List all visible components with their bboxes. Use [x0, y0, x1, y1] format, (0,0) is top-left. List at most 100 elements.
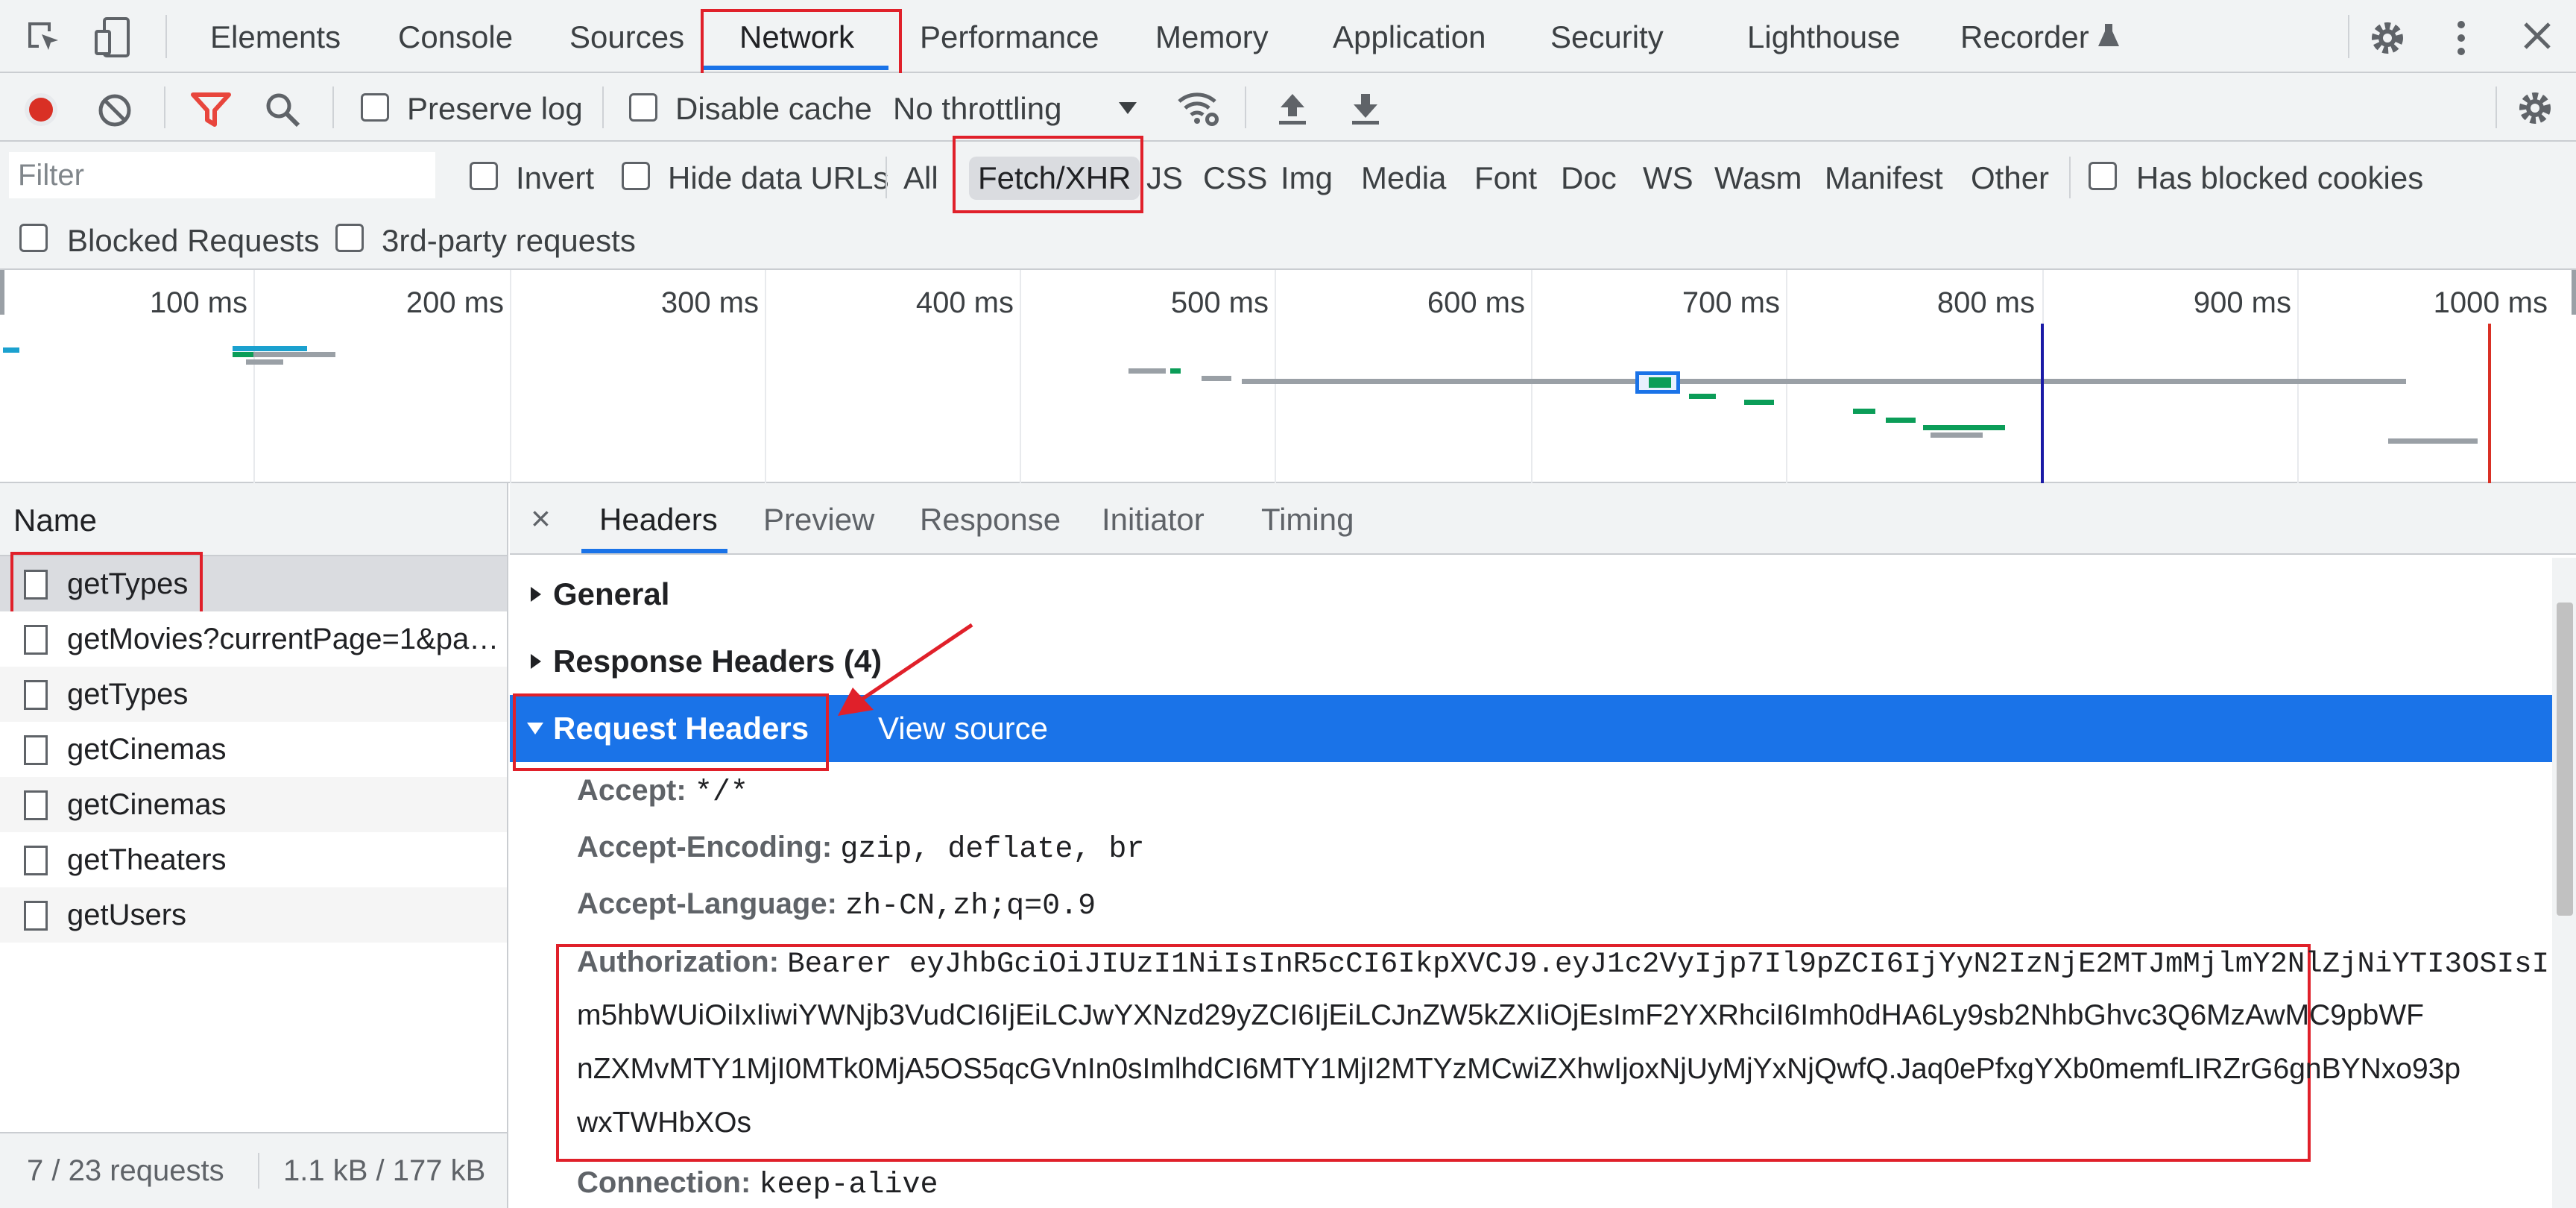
tab-console[interactable]: Console: [398, 0, 513, 73]
filter-type-font[interactable]: Font: [1474, 157, 1537, 200]
gridline: [1275, 270, 1276, 483]
throttling-select[interactable]: No throttling: [893, 91, 1061, 127]
filter-type-css[interactable]: CSS: [1203, 157, 1267, 200]
export-har-icon[interactable]: [1349, 91, 1382, 127]
filter-type-ws[interactable]: WS: [1643, 157, 1693, 200]
overview-right-handle[interactable]: [2572, 270, 2576, 315]
header-row-accept-encoding: Accept-Encoding: gzip, deflate, br: [577, 831, 1144, 866]
gridline: [1786, 270, 1787, 483]
import-har-icon[interactable]: [1276, 91, 1309, 127]
tab-recorder[interactable]: Recorder: [1960, 0, 2089, 73]
gridline: [253, 270, 255, 483]
disable-cache-checkbox[interactable]: [629, 93, 657, 122]
clear-icon[interactable]: [97, 92, 133, 128]
close-devtools-icon[interactable]: [2522, 21, 2552, 51]
filter-type-other[interactable]: Other: [1971, 157, 2049, 200]
name-column-header[interactable]: Name: [0, 483, 507, 556]
network-conditions-icon[interactable]: [1176, 88, 1221, 128]
record-icon[interactable]: [21, 89, 61, 130]
filter-type-img[interactable]: Img: [1281, 157, 1333, 200]
filter-input[interactable]: [9, 152, 435, 198]
has-blocked-cookies-checkbox[interactable]: [2089, 162, 2117, 190]
inspect-element-icon[interactable]: [25, 19, 63, 57]
tab-response[interactable]: Response: [920, 483, 1061, 555]
details-scrollbar[interactable]: [2552, 558, 2576, 1208]
filter-type-doc[interactable]: Doc: [1561, 157, 1617, 200]
filter-type-all[interactable]: All: [903, 157, 938, 200]
close-details-button[interactable]: ×: [531, 483, 551, 555]
filter-type-js[interactable]: JS: [1146, 157, 1183, 200]
network-settings-gear-icon[interactable]: [2515, 88, 2555, 128]
network-overview-timeline[interactable]: 100 ms 200 ms 300 ms 400 ms 500 ms 600 m…: [0, 270, 2576, 483]
load-event-line: [2488, 324, 2491, 483]
hide-data-urls-label: Hide data URLs: [668, 160, 889, 195]
blocked-requests-checkbox[interactable]: [19, 224, 48, 252]
header-value-line[interactable]: m5hbWUiOiIxIiwiYWNjb3VudCI6IjEiLCJwYXNzd…: [577, 999, 2424, 1032]
filter-icon[interactable]: [191, 92, 231, 127]
settings-gear-icon[interactable]: [2367, 18, 2408, 58]
request-bar: [233, 352, 255, 357]
tab-timing[interactable]: Timing: [1261, 483, 1354, 555]
request-count: 7 / 23 requests: [27, 1154, 224, 1187]
third-party-checkbox[interactable]: [335, 224, 364, 252]
tab-initiator[interactable]: Initiator: [1102, 483, 1205, 555]
header-value-line[interactable]: Bearer eyJhbGciOiJIUzI1NiIsInR5cCI6IkpXV…: [787, 948, 2549, 981]
general-section-header[interactable]: General: [510, 561, 2552, 628]
header-value[interactable]: keep-alive: [759, 1168, 938, 1202]
preserve-log-label: Preserve log: [407, 91, 583, 126]
response-headers-section-header[interactable]: Response Headers (4): [510, 628, 2552, 695]
device-toolbar-icon[interactable]: [94, 16, 131, 58]
invert-checkbox[interactable]: [470, 162, 498, 190]
tab-security[interactable]: Security: [1550, 0, 1664, 73]
request-row[interactable]: getUsers: [0, 887, 507, 943]
tick-label: 900 ms: [2193, 286, 2291, 319]
tick-label: 400 ms: [915, 286, 1014, 319]
details-active-tab-indicator: [581, 549, 727, 553]
header-row-authorization: Authorization: Bearer eyJhbGciOiJIUzI1Ni…: [577, 946, 2549, 981]
has-blocked-cookies-label: Has blocked cookies: [2136, 160, 2424, 195]
scrollbar-thumb[interactable]: [2557, 603, 2573, 916]
document-icon: [24, 625, 48, 655]
header-value[interactable]: */*: [695, 776, 748, 810]
overview-left-handle[interactable]: [0, 270, 4, 315]
tab-elements[interactable]: Elements: [210, 0, 341, 73]
tab-headers[interactable]: Headers: [599, 483, 718, 555]
request-bar: [253, 352, 335, 357]
request-name: getTheaters: [67, 843, 227, 876]
request-bar: [1649, 377, 1671, 388]
hide-data-urls-checkbox[interactable]: [622, 162, 650, 190]
disable-cache-label: Disable cache: [675, 91, 872, 126]
requests-status-bar: 7 / 23 requests 1.1 kB / 177 kB: [0, 1132, 507, 1208]
request-row[interactable]: getTypes: [0, 667, 507, 722]
header-value-line[interactable]: wxTWHbXOs: [577, 1107, 751, 1139]
request-row[interactable]: getCinemas: [0, 722, 507, 777]
network-toolbar: Preserve log Disable cache No throttling: [0, 73, 2576, 142]
request-name: getCinemas: [67, 788, 227, 821]
gridline: [2297, 270, 2299, 483]
tab-preview[interactable]: Preview: [763, 483, 874, 555]
tab-lighthouse[interactable]: Lighthouse: [1747, 0, 1901, 73]
details-tab-bar: × Headers Preview Response Initiator Tim…: [510, 483, 2576, 555]
filter-type-media[interactable]: Media: [1361, 157, 1446, 200]
more-options-icon[interactable]: [2452, 19, 2470, 57]
gridline: [510, 270, 511, 483]
tick-label: 200 ms: [405, 286, 504, 319]
tab-memory[interactable]: Memory: [1155, 0, 1269, 73]
header-value[interactable]: zh-CN,zh;q=0.9: [845, 890, 1096, 923]
tab-sources[interactable]: Sources: [569, 0, 684, 73]
dropdown-arrow-icon[interactable]: [1118, 101, 1137, 115]
search-icon[interactable]: [264, 91, 301, 128]
filter-type-manifest[interactable]: Manifest: [1825, 157, 1943, 200]
tab-application[interactable]: Application: [1333, 0, 1486, 73]
header-value[interactable]: gzip, deflate, br: [840, 833, 1144, 866]
request-row[interactable]: getCinemas: [0, 777, 507, 832]
document-icon: [24, 680, 48, 710]
header-value-line[interactable]: nZXMvMTY1MjI0MTk0MjA5OS5qcGVnIn0sImlhdCI…: [577, 1053, 2460, 1086]
preserve-log-checkbox[interactable]: [361, 93, 389, 122]
request-row[interactable]: getTheaters: [0, 832, 507, 887]
request-details-panel: × Headers Preview Response Initiator Tim…: [510, 483, 2576, 1208]
filter-type-wasm[interactable]: Wasm: [1714, 157, 1802, 200]
general-section-title: General: [553, 576, 670, 611]
request-row[interactable]: getMovies?currentPage=1&pageSize=10: [0, 611, 507, 667]
tab-performance[interactable]: Performance: [920, 0, 1099, 73]
